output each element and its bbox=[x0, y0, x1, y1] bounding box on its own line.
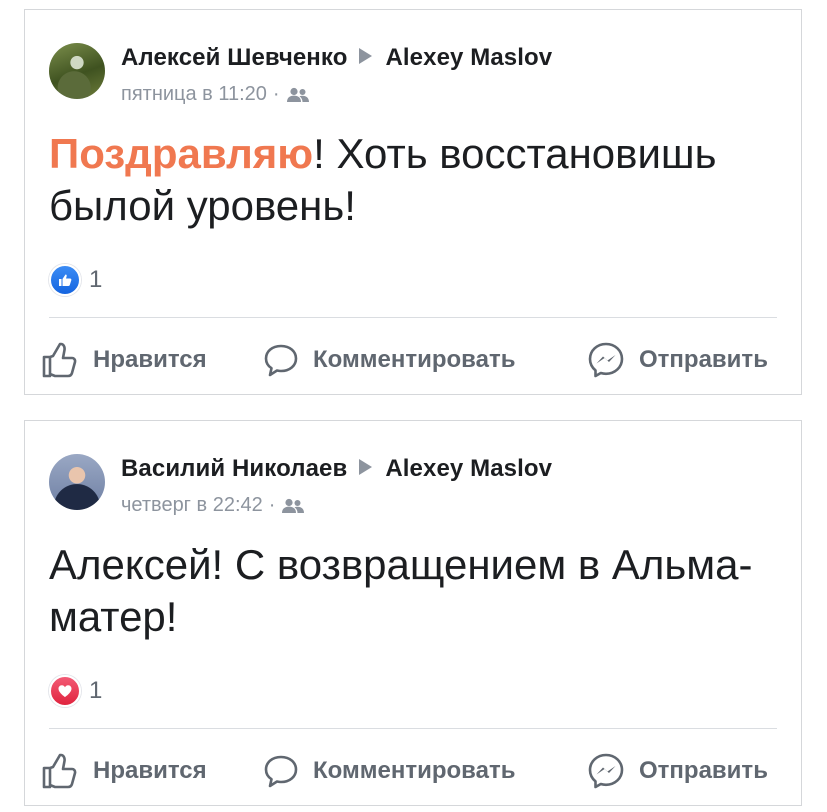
post-card: Алексей Шевченко Alexey Maslov пятница в … bbox=[24, 9, 802, 395]
send-button[interactable]: Отправить bbox=[587, 338, 768, 382]
divider bbox=[49, 317, 777, 318]
love-reaction-icon bbox=[49, 675, 81, 707]
meta-separator: · bbox=[268, 494, 276, 516]
send-label: Отправить bbox=[639, 757, 768, 784]
post-meta: четверг в 22:42 · bbox=[121, 494, 305, 517]
arrow-right-icon bbox=[359, 48, 373, 64]
thumbs-up-icon bbox=[42, 753, 77, 789]
post-meta: пятница в 11:20 · bbox=[121, 83, 310, 106]
send-label: Отправить bbox=[639, 346, 768, 373]
avatar[interactable] bbox=[49, 43, 105, 99]
avatar[interactable] bbox=[49, 454, 105, 510]
like-button[interactable]: Нравится bbox=[41, 749, 207, 793]
meta-separator: · bbox=[272, 83, 280, 105]
friends-icon bbox=[286, 87, 309, 102]
message-highlight: Поздравляю bbox=[49, 130, 314, 177]
reactions-summary[interactable]: 1 bbox=[49, 675, 102, 707]
post-actions: Нравится Комментировать Отправить bbox=[41, 749, 801, 793]
author-name[interactable]: Алексей Шевченко bbox=[121, 44, 347, 71]
post-actions: Нравится Комментировать Отправить bbox=[41, 338, 801, 382]
comment-icon bbox=[264, 344, 298, 377]
arrow-right-icon bbox=[359, 459, 373, 475]
message-text: Алексей! С возвращением в Альма- матер! bbox=[49, 541, 753, 640]
send-button[interactable]: Отправить bbox=[587, 749, 768, 793]
comment-button[interactable]: Комментировать bbox=[263, 338, 515, 382]
comment-icon bbox=[264, 755, 298, 788]
post-time[interactable]: четверг в 22:42 bbox=[121, 494, 263, 517]
reaction-count: 1 bbox=[89, 677, 103, 704]
divider bbox=[49, 728, 777, 729]
messenger-icon bbox=[588, 753, 624, 789]
comment-label: Комментировать bbox=[313, 757, 516, 784]
comment-label: Комментировать bbox=[313, 346, 516, 373]
author-name[interactable]: Василий Николаев bbox=[121, 455, 347, 482]
post-time[interactable]: пятница в 11:20 bbox=[121, 83, 267, 106]
post-header: Алексей Шевченко Alexey Maslov bbox=[121, 44, 552, 72]
like-reaction-icon bbox=[49, 264, 81, 296]
post-header: Василий Николаев Alexey Maslov bbox=[121, 455, 552, 483]
target-name[interactable]: Alexey Maslov bbox=[385, 455, 552, 482]
messenger-icon bbox=[588, 342, 624, 378]
comment-button[interactable]: Комментировать bbox=[263, 749, 515, 793]
like-button[interactable]: Нравится bbox=[41, 338, 207, 382]
post-card: Василий Николаев Alexey Maslov четверг в … bbox=[24, 420, 802, 806]
post-message: Поздравляю! Хоть восстановишь былой уров… bbox=[49, 128, 779, 232]
friends-icon bbox=[282, 498, 305, 513]
target-name[interactable]: Alexey Maslov bbox=[385, 44, 552, 71]
reaction-count: 1 bbox=[89, 266, 103, 293]
like-label: Нравится bbox=[93, 346, 207, 373]
post-message: Алексей! С возвращением в Альма- матер! bbox=[49, 539, 779, 643]
like-label: Нравится bbox=[93, 757, 207, 784]
reactions-summary[interactable]: 1 bbox=[49, 264, 102, 296]
thumbs-up-icon bbox=[42, 342, 77, 378]
